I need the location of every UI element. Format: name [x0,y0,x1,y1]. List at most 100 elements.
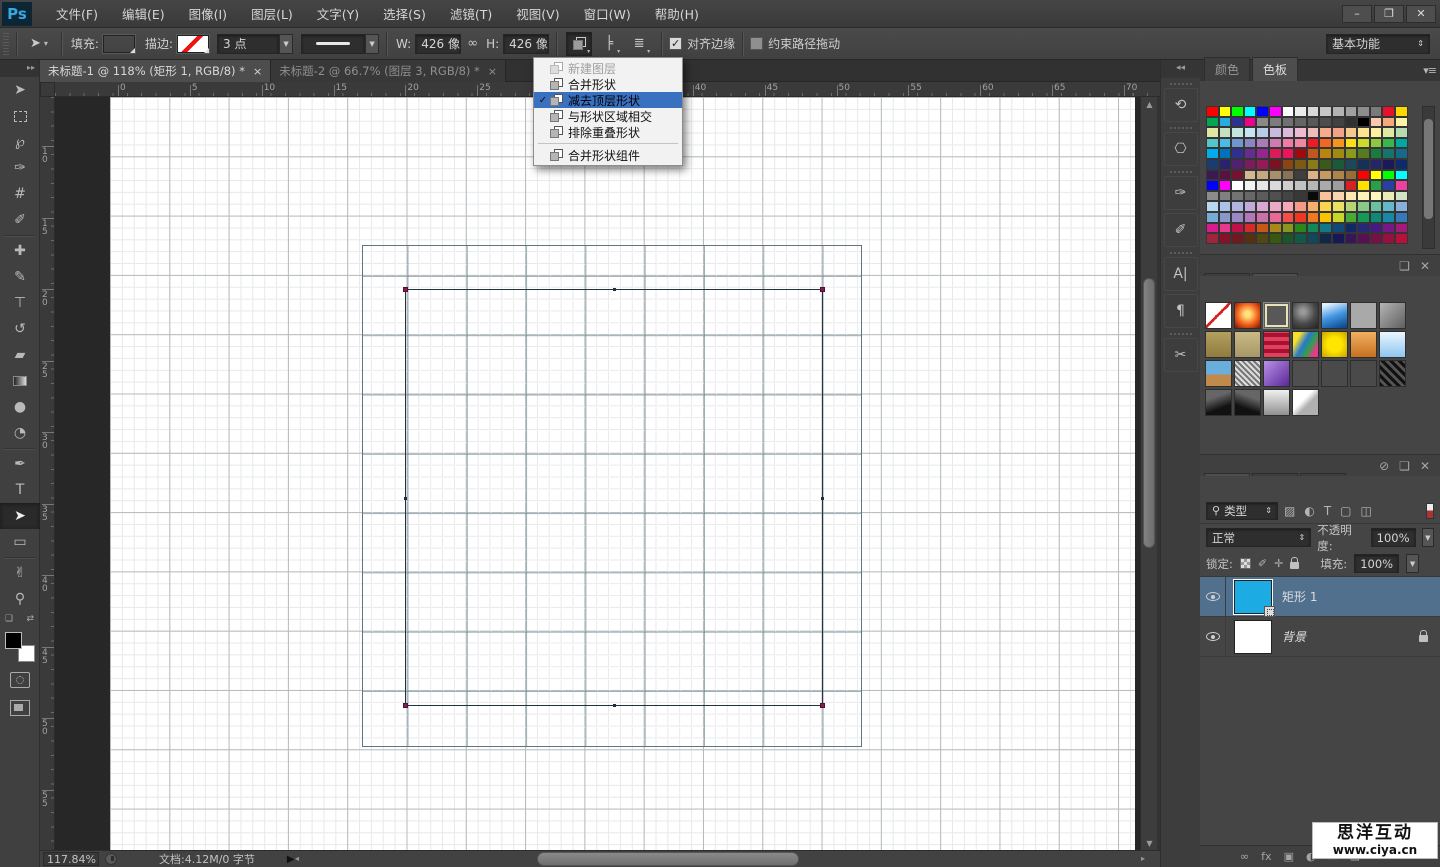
layer-style-icon[interactable]: fx [1261,850,1271,863]
style-none[interactable] [1205,302,1232,329]
color-swatch[interactable] [1306,180,1320,191]
color-swatch[interactable] [1243,116,1257,128]
color-swatch[interactable] [1331,211,1345,223]
style-orange-grad[interactable] [1350,331,1377,358]
color-swatch[interactable] [1256,127,1269,138]
color-swatch[interactable] [1206,158,1219,170]
color-swatch[interactable] [1268,169,1282,181]
color-swatch[interactable] [1394,180,1408,191]
menu-item-5[interactable]: 文字(Y) [307,0,369,27]
color-swatch[interactable] [1306,127,1320,138]
menu-item-3[interactable]: ✓ 减去顶层形状 [534,92,682,108]
filter-shape-layers-icon[interactable]: ▢ [1340,504,1351,518]
color-swatch[interactable] [1243,190,1257,202]
color-swatch[interactable] [1294,116,1307,128]
color-swatch[interactable] [1268,148,1282,159]
delete-swatch-icon[interactable]: ✕ [1420,259,1430,273]
color-swatch[interactable] [1357,127,1370,138]
color-swatch[interactable] [1369,116,1383,128]
color-swatch[interactable] [1344,106,1358,117]
color-swatch[interactable] [1369,148,1383,159]
color-swatch[interactable] [1306,211,1320,223]
color-swatch[interactable] [1218,169,1232,181]
opacity-field[interactable]: 100% [1370,528,1416,547]
color-swatch[interactable] [1369,180,1383,191]
character-panel-icon[interactable]: A| [1163,257,1198,291]
color-swatch[interactable] [1344,137,1358,149]
vector-path-rectangle[interactable] [403,287,825,708]
color-swatch[interactable] [1369,201,1383,212]
color-swatch[interactable] [1357,201,1370,212]
color-swatch[interactable] [1344,222,1358,234]
lock-transparency-icon[interactable] [1239,558,1251,569]
horizontal-scroll-thumb[interactable] [537,852,799,866]
color-swatch[interactable] [1369,169,1383,181]
color-swatch[interactable] [1218,137,1232,149]
color-swatch[interactable] [1256,169,1269,181]
color-swatch[interactable] [1294,201,1307,212]
color-swatch[interactable] [1382,190,1395,202]
color-swatch[interactable] [1369,137,1383,149]
color-swatch[interactable] [1256,106,1269,117]
color-swatch[interactable] [1357,211,1370,223]
color-swatch[interactable] [1294,222,1307,234]
eraser-tool[interactable]: ▰ [0,342,40,368]
type-tool[interactable]: T [0,477,40,503]
constrain-path-option[interactable]: 约束路径拖动 [750,35,840,52]
color-swatch[interactable] [1206,222,1219,234]
status-info-icon[interactable] [105,853,117,865]
layer-thumbnail[interactable] [1234,579,1275,617]
vertical-scrollbar[interactable]: ▲ ▼ [1140,97,1157,850]
color-swatch[interactable] [1306,190,1320,202]
color-swatch[interactable] [1357,190,1370,202]
style-white-fold[interactable] [1292,389,1319,416]
menu-item-2[interactable]: 编辑(E) [112,0,175,27]
color-swatch[interactable] [1206,148,1219,159]
color-swatch[interactable] [1344,201,1358,212]
zoom-tool[interactable]: ⚲ [0,586,40,612]
color-swatch[interactable] [1382,180,1395,191]
color-swatch[interactable] [1357,233,1370,244]
color-swatch[interactable] [1281,116,1295,128]
color-swatch[interactable] [1344,180,1358,191]
panel-collapse-button[interactable]: ◂◂ [1161,60,1200,78]
color-swatch[interactable] [1268,137,1282,149]
color-swatch[interactable] [1206,211,1219,223]
color-swatch[interactable] [1319,158,1332,170]
fill-color-swatch[interactable] [102,34,135,53]
blur-tool[interactable]: ● [0,394,40,420]
color-swatch[interactable] [1231,169,1244,181]
color-swatch[interactable] [1206,201,1219,212]
stroke-type-dropdown-arrow[interactable]: ▼ [365,33,380,54]
color-swatch[interactable] [1281,169,1295,181]
color-swatch[interactable] [1218,201,1232,212]
history-panel-icon[interactable]: ⟲ [1163,88,1198,122]
color-swatch[interactable] [1256,211,1269,223]
color-swatch[interactable] [1344,148,1358,159]
stroke-type-dropdown[interactable] [301,33,366,54]
menu-item-2[interactable]: 合并形状 [534,76,682,92]
minimize-button[interactable]: – [1342,4,1372,23]
color-swatch[interactable] [1331,106,1345,117]
color-swatch[interactable] [1243,169,1257,181]
color-swatch[interactable] [1281,201,1295,212]
color-swatch[interactable] [1231,222,1244,234]
color-swatch[interactable] [1231,211,1244,223]
color-swatch[interactable] [1382,158,1395,170]
color-swatch[interactable] [1243,127,1257,138]
color-swatch[interactable] [1344,190,1358,202]
layer-visibility-toggle[interactable] [1200,576,1226,617]
align-edges-checkbox[interactable]: ✓ [669,37,683,50]
color-swatch[interactable] [1218,190,1232,202]
default-colors-icon[interactable]: ❏ [5,614,13,624]
swap-colors-icon[interactable]: ⇄ [26,614,34,624]
color-swatch[interactable] [1256,148,1269,159]
color-swatch[interactable] [1243,180,1257,191]
color-swatch[interactable] [1231,201,1244,212]
color-swatch[interactable] [1319,190,1332,202]
path-midpoint-top[interactable] [613,288,616,291]
status-options-arrow-icon[interactable]: ▶ [287,854,295,865]
color-swatch[interactable] [1319,222,1332,234]
new-style-icon[interactable]: ❏ [1399,459,1410,473]
color-swatch[interactable] [1218,222,1232,234]
